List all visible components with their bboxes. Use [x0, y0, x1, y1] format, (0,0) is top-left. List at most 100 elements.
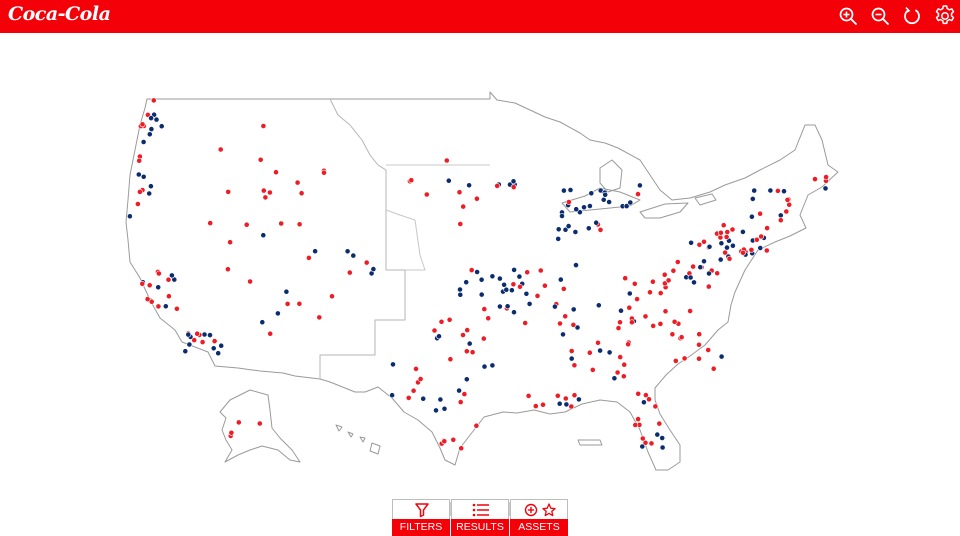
store-marker[interactable]	[489, 362, 496, 369]
store-marker[interactable]	[573, 262, 579, 268]
tab-assets[interactable]: ASSETS	[510, 499, 568, 536]
store-marker[interactable]	[140, 173, 147, 180]
store-marker[interactable]	[688, 239, 694, 246]
store-marker[interactable]	[494, 182, 501, 189]
store-marker[interactable]	[618, 307, 624, 314]
store-marker[interactable]	[581, 204, 587, 211]
store-marker[interactable]	[681, 355, 688, 362]
store-marker[interactable]	[523, 290, 530, 297]
store-marker[interactable]	[670, 267, 677, 274]
store-marker[interactable]	[562, 313, 569, 320]
store-marker[interactable]	[228, 429, 235, 436]
store-marker[interactable]	[710, 365, 717, 372]
store-marker[interactable]	[211, 338, 218, 344]
store-marker[interactable]	[661, 271, 668, 278]
store-marker[interactable]	[777, 217, 784, 224]
store-marker[interactable]	[555, 226, 562, 233]
store-marker[interactable]	[767, 187, 774, 194]
store-marker[interactable]	[701, 258, 707, 265]
store-marker[interactable]	[696, 355, 702, 362]
store-marker[interactable]	[696, 331, 703, 338]
store-marker[interactable]	[224, 266, 231, 273]
store-marker[interactable]	[456, 387, 462, 394]
store-marker[interactable]	[517, 283, 523, 290]
store-marker[interactable]	[148, 126, 155, 133]
store-marker[interactable]	[552, 303, 558, 310]
store-marker[interactable]	[691, 279, 697, 286]
store-marker[interactable]	[503, 286, 510, 293]
store-marker[interactable]	[632, 422, 639, 428]
store-marker[interactable]	[296, 221, 303, 228]
store-marker[interactable]	[294, 179, 301, 186]
store-marker[interactable]	[566, 199, 572, 205]
store-marker[interactable]	[508, 287, 515, 294]
store-marker[interactable]	[654, 431, 661, 438]
store-marker[interactable]	[436, 333, 442, 340]
store-marker[interactable]	[740, 228, 746, 235]
store-marker[interactable]	[602, 191, 609, 198]
store-marker[interactable]	[305, 254, 312, 261]
store-marker[interactable]	[267, 330, 274, 337]
store-marker[interactable]	[622, 275, 629, 282]
store-marker[interactable]	[556, 400, 563, 407]
store-marker[interactable]	[485, 315, 492, 322]
store-marker[interactable]	[389, 392, 395, 399]
store-marker[interactable]	[597, 347, 603, 354]
store-marker[interactable]	[150, 97, 157, 104]
store-marker[interactable]	[478, 291, 485, 298]
store-marker[interactable]	[146, 131, 153, 138]
store-marker[interactable]	[165, 276, 172, 283]
store-marker[interactable]	[260, 123, 267, 129]
store-marker[interactable]	[532, 403, 539, 409]
store-marker[interactable]	[481, 363, 488, 370]
store-marker[interactable]	[511, 309, 517, 316]
settings-gear-icon[interactable]	[933, 4, 957, 28]
store-marker[interactable]	[417, 376, 424, 382]
store-marker[interactable]	[557, 320, 563, 327]
store-marker[interactable]	[259, 319, 266, 326]
store-marker[interactable]	[443, 157, 450, 164]
store-marker[interactable]	[283, 288, 290, 295]
store-marker[interactable]	[646, 396, 652, 403]
store-marker[interactable]	[812, 176, 818, 182]
store-marker[interactable]	[489, 273, 496, 280]
store-marker[interactable]	[524, 269, 531, 276]
store-marker[interactable]	[749, 213, 755, 220]
store-marker[interactable]	[147, 183, 154, 190]
store-marker[interactable]	[460, 332, 466, 338]
store-marker[interactable]	[461, 391, 468, 397]
store-marker[interactable]	[344, 248, 351, 255]
store-marker[interactable]	[723, 234, 730, 240]
store-marker[interactable]	[687, 274, 694, 281]
store-marker[interactable]	[753, 236, 760, 243]
store-marker[interactable]	[560, 285, 567, 292]
store-marker[interactable]	[456, 189, 463, 196]
store-marker[interactable]	[262, 194, 269, 201]
store-marker[interactable]	[600, 196, 607, 203]
store-marker[interactable]	[621, 361, 628, 368]
store-marker[interactable]	[620, 373, 627, 380]
store-marker[interactable]	[243, 221, 250, 228]
store-marker[interactable]	[567, 187, 574, 193]
store-marker[interactable]	[423, 191, 430, 198]
store-marker[interactable]	[757, 210, 763, 217]
tab-filters[interactable]: FILTERS	[392, 499, 450, 536]
store-marker[interactable]	[748, 246, 755, 253]
store-marker[interactable]	[146, 190, 153, 197]
store-marker[interactable]	[648, 440, 655, 447]
store-marker[interactable]	[749, 195, 756, 202]
zoom-out-icon[interactable]	[869, 5, 891, 27]
store-marker[interactable]	[669, 331, 676, 338]
store-marker[interactable]	[139, 280, 146, 287]
store-marker[interactable]	[510, 281, 517, 288]
store-marker[interactable]	[571, 362, 578, 369]
store-marker[interactable]	[557, 276, 564, 283]
store-marker[interactable]	[635, 390, 642, 397]
store-marker[interactable]	[464, 327, 471, 333]
store-marker[interactable]	[697, 264, 704, 271]
store-marker[interactable]	[642, 313, 649, 320]
store-marker[interactable]	[696, 241, 703, 248]
store-marker[interactable]	[247, 278, 253, 285]
zoom-in-icon[interactable]	[837, 5, 859, 27]
store-marker[interactable]	[496, 275, 503, 282]
